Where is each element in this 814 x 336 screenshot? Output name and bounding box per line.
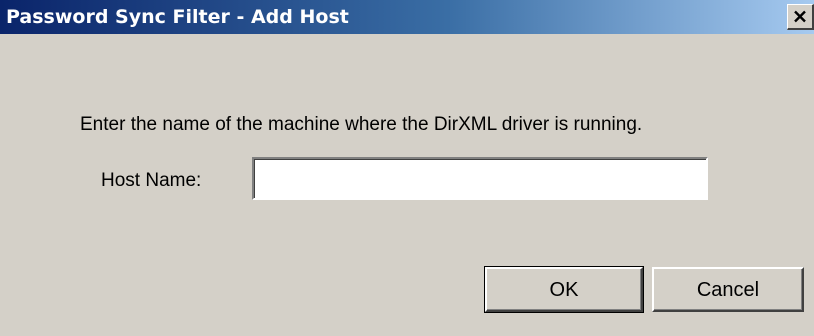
close-icon bbox=[794, 10, 806, 23]
close-button[interactable] bbox=[787, 4, 814, 30]
host-name-input[interactable] bbox=[252, 157, 708, 200]
add-host-dialog: Password Sync Filter - Add Host Enter th… bbox=[0, 0, 814, 336]
ok-button[interactable]: OK bbox=[484, 266, 644, 313]
instruction-text: Enter the name of the machine where the … bbox=[80, 114, 643, 135]
window-title: Password Sync Filter - Add Host bbox=[6, 6, 349, 28]
host-name-label: Host Name: bbox=[101, 170, 202, 191]
cancel-button[interactable]: Cancel bbox=[652, 267, 804, 312]
title-bar[interactable]: Password Sync Filter - Add Host bbox=[0, 0, 814, 34]
